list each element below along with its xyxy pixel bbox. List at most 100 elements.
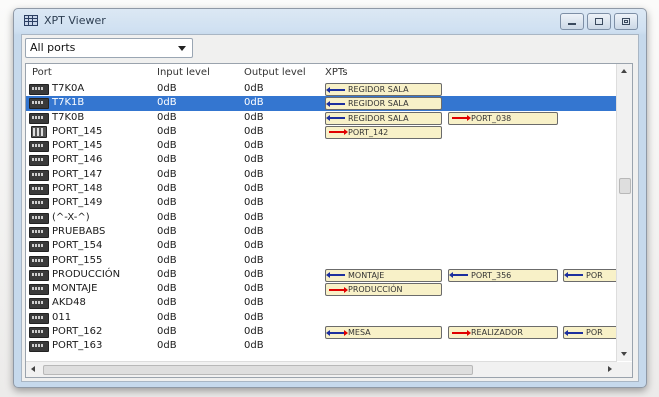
- port-name: PRUEBABS: [52, 225, 106, 237]
- xpt-label: REALIZADOR: [471, 328, 523, 338]
- xpt-chip[interactable]: PORT_142: [325, 125, 442, 139]
- input-level: 0dB: [157, 225, 177, 237]
- xpt-chip[interactable]: REALIZADOR: [448, 326, 558, 340]
- table-row[interactable]: MONTAJE 0dB 0dB PRODUCCIÓN: [26, 282, 616, 297]
- vertical-scrollbar[interactable]: [616, 64, 632, 361]
- port-filter-dropdown[interactable]: All ports: [25, 38, 193, 58]
- input-level: 0dB: [157, 311, 177, 323]
- table-row[interactable]: PORT_146 0dB 0dB: [26, 153, 616, 167]
- arrow-right-icon: [329, 286, 348, 293]
- output-level: 0dB: [244, 111, 264, 123]
- column-header-output-level[interactable]: Output level: [244, 67, 306, 78]
- input-level: 0dB: [157, 326, 177, 338]
- table-row[interactable]: 011 0dB 0dB: [26, 311, 616, 325]
- arrow-left-icon: [326, 272, 345, 279]
- output-level: 0dB: [244, 197, 264, 209]
- table-row[interactable]: PORT_162 0dB 0dB MESA REALIZADOR POR: [26, 325, 625, 340]
- port-name: PORT_145: [52, 140, 103, 152]
- scrollbar-corner: [617, 362, 632, 377]
- table-row[interactable]: T7K1B 0dB 0dB REGIDOR SALA: [26, 96, 616, 111]
- minimize-icon: [568, 23, 576, 25]
- scroll-left-icon[interactable]: [31, 366, 35, 372]
- table-row[interactable]: PORT_148 0dB 0dB: [26, 182, 616, 196]
- port-name: T7K0B: [52, 111, 85, 123]
- device-icon: [29, 284, 49, 296]
- port-name: 011: [52, 311, 72, 323]
- input-level: 0dB: [157, 197, 177, 209]
- table-row[interactable]: PRUEBABS 0dB 0dB: [26, 225, 616, 239]
- xpt-chip[interactable]: PORT_356: [448, 268, 558, 282]
- xpt-chip[interactable]: PRODUCCIÓN: [325, 283, 442, 297]
- arrow-left-icon: [326, 115, 345, 122]
- port-name: PORT_163: [52, 340, 103, 352]
- xpt-label: REGIDOR SALA: [348, 99, 409, 109]
- xpt-label: PORT_142: [348, 127, 389, 137]
- input-level: 0dB: [157, 125, 177, 137]
- vertical-scroll-thumb[interactable]: [619, 178, 631, 194]
- table-row[interactable]: PRODUCCIÓN 0dB 0dB MONTAJE PORT_356 POR: [26, 268, 625, 282]
- scroll-up-icon[interactable]: [621, 69, 627, 73]
- xpt-label: PORT_356: [471, 270, 512, 280]
- arrow-left-icon: [564, 329, 583, 336]
- input-level: 0dB: [157, 183, 177, 195]
- device-icon: [29, 155, 49, 167]
- device-icon: [29, 241, 49, 253]
- title-bar[interactable]: XPT Viewer: [14, 9, 646, 33]
- xpt-chip[interactable]: MESA: [325, 326, 442, 340]
- list-rows: T7K0A 0dB 0dB REGIDOR SALA T7K1B 0dB 0dB REGIDO…: [26, 82, 625, 354]
- port-name: PORT_162: [52, 326, 103, 338]
- output-level: 0dB: [244, 326, 264, 338]
- maximize-button[interactable]: [587, 13, 611, 30]
- device-icon: [29, 112, 49, 124]
- ports-list[interactable]: Port Input level Output level XPTs T7K0A…: [25, 63, 633, 378]
- scroll-down-icon[interactable]: [621, 352, 627, 356]
- table-row[interactable]: PORT_147 0dB 0dB: [26, 168, 616, 182]
- column-header-port[interactable]: Port: [32, 67, 52, 78]
- output-level: 0dB: [244, 297, 264, 309]
- xpt-chip[interactable]: MONTAJE: [325, 268, 442, 282]
- xpt-chip[interactable]: REGIDOR SALA: [325, 83, 442, 96]
- output-level: 0dB: [244, 125, 264, 137]
- device-icon: [29, 212, 49, 224]
- port-filter-value: All ports: [30, 41, 76, 54]
- output-level: 0dB: [244, 268, 264, 280]
- port-name: PORT_145: [52, 125, 103, 137]
- table-row[interactable]: AKD48 0dB 0dB: [26, 296, 616, 310]
- table-row[interactable]: (^-X-^) 0dB 0dB: [26, 211, 616, 225]
- table-row[interactable]: PORT_149 0dB 0dB: [26, 196, 616, 210]
- table-row[interactable]: PORT_145 0dB 0dB: [26, 139, 616, 153]
- xpt-chip[interactable]: REGIDOR SALA: [325, 111, 442, 125]
- output-level: 0dB: [244, 283, 264, 295]
- device-icon: [29, 298, 49, 310]
- input-level: 0dB: [157, 97, 177, 109]
- arrow-right-icon: [329, 129, 348, 136]
- column-header-xpts[interactable]: XPTs: [325, 67, 348, 78]
- port-name: PORT_147: [52, 168, 103, 180]
- device-icon: [29, 141, 49, 153]
- port-name: PORT_154: [52, 240, 103, 252]
- grid-app-icon: [24, 15, 38, 26]
- horizontal-scroll-thumb[interactable]: [43, 365, 473, 375]
- maximize-icon: [595, 18, 603, 25]
- column-header-input-level[interactable]: Input level: [157, 67, 210, 78]
- input-level: 0dB: [157, 154, 177, 166]
- xpt-chip[interactable]: REGIDOR SALA: [325, 97, 442, 111]
- close-button[interactable]: [614, 13, 638, 30]
- output-level: 0dB: [244, 240, 264, 252]
- table-row[interactable]: PORT_154 0dB 0dB: [26, 239, 616, 253]
- scroll-right-icon[interactable]: [608, 366, 612, 372]
- input-level: 0dB: [157, 254, 177, 266]
- table-row[interactable]: PORT_155 0dB 0dB: [26, 254, 616, 268]
- xpt-chip[interactable]: PORT_038: [448, 111, 558, 125]
- device-icon: [29, 255, 49, 267]
- minimize-button[interactable]: [560, 13, 584, 30]
- table-row[interactable]: T7K0B 0dB 0dB REGIDOR SALA PORT_038: [26, 111, 616, 125]
- table-row[interactable]: T7K0A 0dB 0dB REGIDOR SALA: [26, 82, 616, 96]
- table-row[interactable]: PORT_163 0dB 0dB: [26, 339, 616, 353]
- xpt-label: REGIDOR SALA: [348, 113, 409, 123]
- list-header: Port Input level Output level XPTs: [26, 64, 616, 81]
- table-row[interactable]: PORT_145 0dB 0dB PORT_142: [26, 125, 616, 139]
- output-level: 0dB: [244, 340, 264, 352]
- port-name: MONTAJE: [52, 283, 98, 295]
- horizontal-scrollbar[interactable]: [26, 361, 617, 377]
